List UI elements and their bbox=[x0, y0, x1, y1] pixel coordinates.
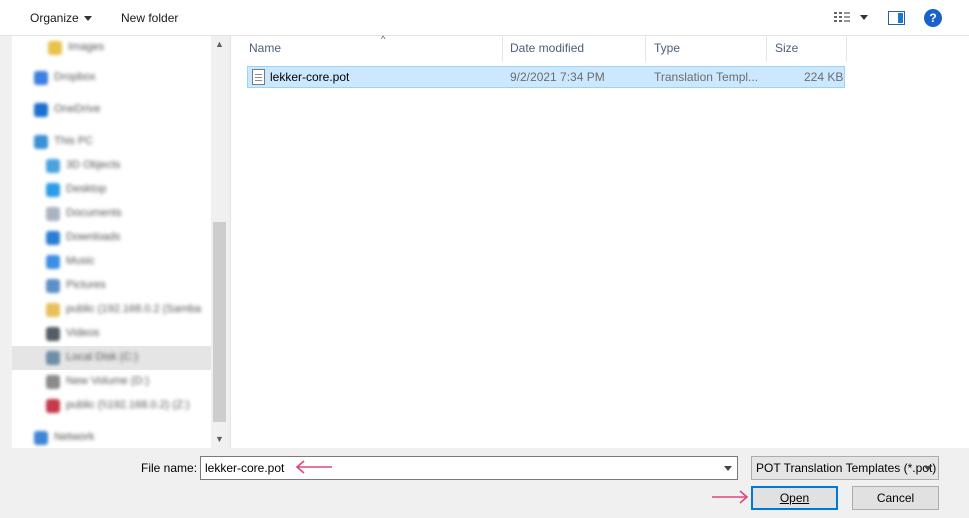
sidebar-item[interactable]: Pictures bbox=[12, 274, 211, 298]
sidebar-item[interactable]: public (\\192.168.0.2) (Z:) bbox=[12, 394, 211, 418]
help-icon[interactable]: ? bbox=[924, 9, 942, 27]
file-type-filter[interactable]: POT Translation Templates (*.pot) bbox=[751, 456, 939, 480]
column-header-name[interactable]: ^ Name bbox=[241, 34, 503, 62]
file-icon bbox=[252, 69, 265, 85]
organize-button[interactable]: Organize bbox=[30, 9, 92, 27]
annotation-arrow-left-icon bbox=[295, 460, 332, 474]
column-header-name-label: Name bbox=[249, 41, 282, 55]
sidebar-item[interactable]: OneDrive bbox=[12, 98, 211, 122]
sidebar-item-label: Dropbox bbox=[54, 71, 96, 83]
column-header-size[interactable]: Size bbox=[767, 36, 847, 62]
nav-scrollbar[interactable]: ▲ ▼ bbox=[211, 36, 228, 448]
file-type: Translation Templ... bbox=[654, 70, 759, 84]
cube-icon bbox=[46, 159, 60, 173]
scrollbar-thumb[interactable] bbox=[213, 222, 226, 422]
filter-dropdown-icon bbox=[924, 466, 932, 471]
sidebar-item-label: Desktop bbox=[66, 183, 107, 195]
network-drive-icon bbox=[46, 303, 60, 317]
sidebar-item-label: Music bbox=[66, 255, 95, 267]
sidebar-item[interactable]: This PC bbox=[12, 130, 211, 154]
open-button[interactable]: Open bbox=[751, 486, 838, 510]
file-name-dropdown-icon[interactable] bbox=[724, 466, 732, 471]
computer-icon bbox=[34, 135, 48, 149]
onedrive-icon bbox=[34, 103, 48, 117]
new-folder-button[interactable]: New folder bbox=[121, 9, 178, 27]
file-list: ^ Name Date modified Type Size lekker-co… bbox=[230, 34, 969, 448]
sidebar-item-label: Downloads bbox=[66, 231, 121, 243]
file-name-label: File name: bbox=[141, 461, 198, 475]
sidebar-item-label: Videos bbox=[66, 327, 100, 339]
preview-pane-icon[interactable] bbox=[888, 11, 905, 25]
sidebar-item[interactable]: Desktop bbox=[12, 178, 211, 202]
cancel-button[interactable]: Cancel bbox=[852, 486, 939, 510]
sidebar-item-label: Documents bbox=[66, 207, 122, 219]
pictures-icon bbox=[46, 279, 60, 293]
sidebar-item[interactable]: Local Disk (C:) bbox=[12, 346, 211, 370]
documents-icon bbox=[46, 207, 60, 221]
view-options-chevron-icon[interactable] bbox=[860, 15, 868, 20]
sidebar-item-label: This PC bbox=[54, 135, 94, 147]
dropbox-icon bbox=[34, 71, 48, 85]
scroll-down-icon[interactable]: ▼ bbox=[211, 431, 228, 448]
column-header-date[interactable]: Date modified bbox=[502, 36, 646, 62]
sidebar-item[interactable]: Dropbox bbox=[12, 66, 211, 90]
navigation-pane: Images Dropbox OneDrive This PC 3D Objects De… bbox=[12, 36, 228, 448]
organize-label: Organize bbox=[30, 11, 79, 25]
sidebar-item[interactable]: public (192.168.0.2 (Samba bbox=[12, 298, 211, 322]
sidebar-item-label: public (192.168.0.2 (Samba bbox=[66, 303, 202, 315]
sort-ascending-icon: ^ bbox=[381, 34, 386, 44]
desktop-icon bbox=[46, 183, 60, 197]
annotation-arrow-right-icon bbox=[712, 490, 749, 504]
table-row[interactable]: lekker-core.pot 9/2/2021 7:34 PM Transla… bbox=[247, 66, 845, 88]
sidebar-item-label: Local Disk (C:) bbox=[66, 351, 139, 363]
sidebar-item-label: public (\\192.168.0.2) (Z:) bbox=[66, 399, 190, 411]
file-type-filter-value: POT Translation Templates (*.pot) bbox=[756, 461, 937, 475]
sidebar-item-label: Images bbox=[68, 41, 105, 53]
sidebar-item[interactable]: Images bbox=[12, 36, 211, 60]
sidebar-item-label: New Volume (D:) bbox=[66, 375, 150, 387]
network-drive-icon bbox=[46, 399, 60, 413]
folder-icon bbox=[48, 41, 62, 55]
network-icon bbox=[34, 431, 48, 445]
sidebar-item[interactable]: Videos bbox=[12, 322, 211, 346]
sidebar-item[interactable]: Documents bbox=[12, 202, 211, 226]
scroll-up-icon[interactable]: ▲ bbox=[211, 36, 228, 53]
file-name-value: lekker-core.pot bbox=[205, 461, 285, 475]
sidebar-item[interactable]: Downloads bbox=[12, 226, 211, 250]
file-date: 9/2/2021 7:34 PM bbox=[510, 70, 605, 84]
view-details-icon[interactable] bbox=[834, 11, 850, 24]
toolbar: Organize New folder ? bbox=[0, 0, 969, 36]
music-icon bbox=[46, 255, 60, 269]
open-button-label: Open bbox=[779, 491, 810, 505]
sidebar-item[interactable]: Music bbox=[12, 250, 211, 274]
sidebar-item-label: Pictures bbox=[66, 279, 106, 291]
sidebar-item-label: Network bbox=[54, 431, 95, 443]
file-name-input[interactable]: lekker-core.pot bbox=[200, 456, 738, 480]
sidebar-item[interactable]: 3D Objects bbox=[12, 154, 211, 178]
open-file-dialog: Organize New folder ? Images Dropbox OneDr… bbox=[0, 0, 969, 518]
disk-icon bbox=[46, 351, 60, 365]
chevron-down-icon bbox=[83, 16, 92, 22]
sidebar-item-label: 3D Objects bbox=[66, 159, 121, 171]
disk-icon bbox=[46, 375, 60, 389]
sidebar-item[interactable]: Network bbox=[12, 426, 211, 448]
file-name: lekker-core.pot bbox=[270, 70, 350, 84]
sidebar-item[interactable]: New Volume (D:) bbox=[12, 370, 211, 394]
sidebar-item-label: OneDrive bbox=[54, 103, 101, 115]
file-size: 224 KB bbox=[804, 70, 844, 84]
column-header-type[interactable]: Type bbox=[646, 36, 767, 62]
videos-icon bbox=[46, 327, 60, 341]
downloads-icon bbox=[46, 231, 60, 245]
